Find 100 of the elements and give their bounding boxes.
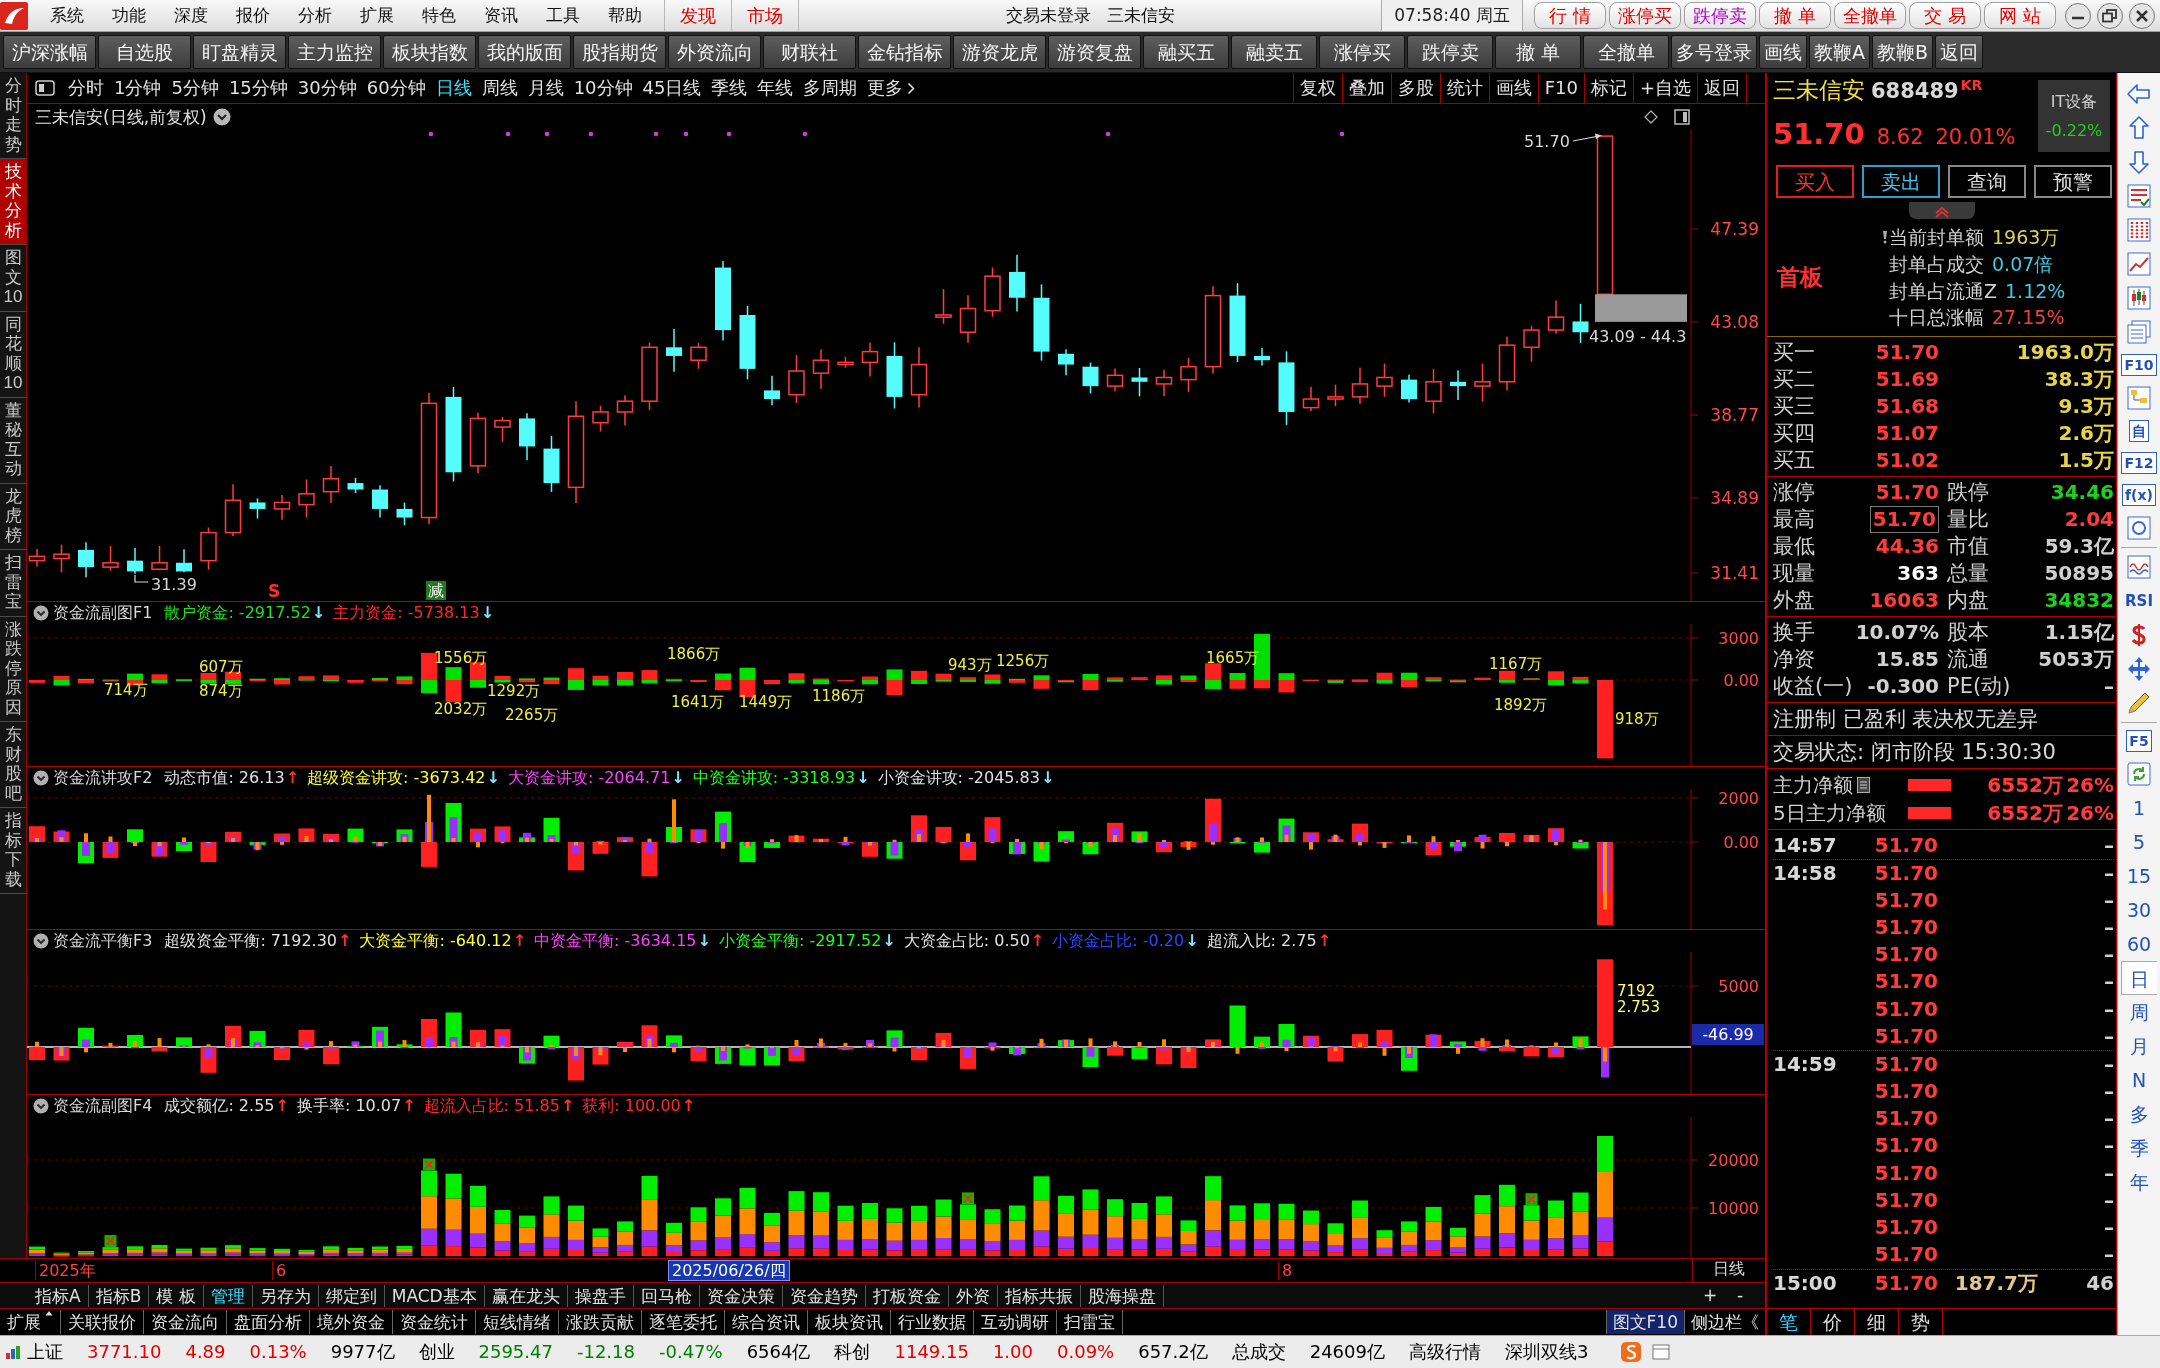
period-button[interactable]: 30 (2121, 893, 2157, 927)
quick-button[interactable]: 行 情 (1534, 2, 1606, 29)
bottom-tab[interactable]: 资金流向 (144, 1310, 227, 1334)
toolbar-key[interactable]: F5 (2126, 730, 2152, 752)
bottom-tab[interactable]: 涨跌贡献 (559, 1310, 642, 1334)
period-button[interactable]: 15 (2121, 859, 2157, 893)
period-tab[interactable]: 周线 (476, 77, 523, 99)
quick-button[interactable]: 涨停买 (1609, 2, 1681, 29)
bottom-tab[interactable]: 互动调研 (974, 1310, 1057, 1334)
period-tab[interactable]: 15分钟 (223, 77, 293, 99)
toolbar-button[interactable]: 金钻指标 (858, 35, 951, 69)
chart-tool-button[interactable]: 标记 (1583, 73, 1633, 103)
diamond-icon[interactable] (1644, 110, 1658, 124)
period-tab[interactable]: 日线 (430, 77, 477, 99)
period-tab[interactable]: 分时 (63, 77, 109, 99)
menu-item[interactable]: 工具 (532, 5, 594, 26)
period-button[interactable]: 年 (2121, 1165, 2157, 1199)
chart-tool-button[interactable]: 返回 (1697, 73, 1747, 103)
chart-tool-button[interactable]: +自选 (1632, 73, 1697, 103)
period-button[interactable]: 60 (2121, 927, 2157, 961)
bar-chart-icon[interactable] (5, 1344, 21, 1360)
bottom-tab[interactable]: 短线情绪 (476, 1310, 559, 1334)
toolbar-button[interactable]: 教鞭A (1809, 35, 1870, 69)
side-tab[interactable]: 龙虎榜 (0, 483, 26, 550)
quick-button[interactable]: 网 站 (1984, 2, 2056, 29)
indicator-tab[interactable]: 指标A (28, 1284, 89, 1307)
indicator-tab[interactable]: 另存为 (252, 1284, 319, 1307)
side-link[interactable]: 图文F10 (1605, 1310, 1684, 1334)
chart-tool-button[interactable]: F10 (1537, 73, 1584, 103)
panel-toggle-icon[interactable] (1674, 109, 1690, 125)
channel-tab[interactable]: 市场 (731, 0, 799, 31)
toolbar-button[interactable]: 融买五 (1143, 35, 1229, 69)
toolbar-button[interactable]: 撤 单 (1495, 35, 1581, 69)
menu-item[interactable]: 帮助 (594, 5, 656, 26)
indicator-tab[interactable]: 模 板 (149, 1284, 204, 1307)
sector-card[interactable]: IT设备 -0.22% (2038, 80, 2110, 152)
bottom-tab[interactable]: 盘面分析 (227, 1310, 310, 1334)
indicator-tab[interactable]: 资金决策 (699, 1284, 783, 1307)
toolbar-key[interactable]: F12 (2121, 452, 2157, 474)
period-tab[interactable]: 月线 (522, 77, 569, 99)
chart-tool-button[interactable]: 多股 (1390, 73, 1440, 103)
table-icon[interactable] (2126, 183, 2152, 209)
window-icon[interactable] (1652, 1344, 1671, 1360)
menu-item[interactable]: 功能 (98, 5, 160, 26)
trade-button[interactable]: 买入 (1776, 165, 1854, 198)
bottom-tab[interactable]: 扫雷宝 (1057, 1310, 1123, 1334)
quick-button[interactable]: 全撤单 (1834, 2, 1906, 29)
toolbar-button[interactable]: 返回 (1935, 35, 1984, 69)
indicator-tab[interactable]: 外资 (948, 1284, 998, 1307)
menu-item[interactable]: 报价 (222, 5, 284, 26)
side-tab[interactable]: 同花顺10 (0, 311, 26, 398)
indicator-tab[interactable]: 指标B (88, 1284, 150, 1307)
grid-icon[interactable] (2126, 217, 2152, 243)
period-button[interactable]: 多 (2121, 1097, 2157, 1131)
dropdown-icon[interactable] (33, 1098, 49, 1114)
toolbar-button[interactable]: 游资复盘 (1048, 35, 1141, 69)
indicator-tab[interactable]: 打板资金 (865, 1284, 949, 1307)
bottom-tab[interactable]: 关联报价 (61, 1310, 144, 1334)
toolbar-button[interactable]: 我的版面 (478, 35, 571, 69)
side-tab[interactable]: 指标下载 (0, 808, 26, 894)
wave-chart-icon[interactable] (2126, 554, 2152, 580)
quick-button[interactable]: 交 易 (1909, 2, 1981, 29)
toolbar-button[interactable]: 财联社 (763, 35, 856, 69)
period-tab[interactable]: 多周期 (798, 77, 863, 99)
toolbar-button[interactable]: 股指期货 (573, 35, 666, 69)
indicator-tab[interactable]: 操盘手 (567, 1284, 634, 1307)
refresh-icon[interactable] (2126, 761, 2152, 787)
toolbar-key[interactable]: F10 (2121, 354, 2157, 376)
line-chart-icon[interactable] (2126, 251, 2152, 277)
dropdown-icon[interactable] (33, 933, 49, 949)
indicator-tab[interactable]: 股海操盘 (1080, 1284, 1164, 1307)
quick-button[interactable]: 撤 单 (1759, 2, 1831, 29)
side-tab[interactable]: 扫雷宝 (0, 550, 26, 617)
bottom-tab[interactable]: 板块资讯 (808, 1310, 891, 1334)
chart-tool-button[interactable]: 叠加 (1341, 73, 1391, 103)
app-icon[interactable] (1620, 1341, 1643, 1363)
period-button[interactable]: 季 (2121, 1131, 2157, 1165)
period-tab[interactable]: 5分钟 (166, 77, 224, 99)
bottom-tab[interactable]: 行业数据 (891, 1310, 974, 1334)
period-tab[interactable]: 1分钟 (109, 77, 167, 99)
toolbar-button[interactable]: 主力监控 (288, 35, 381, 69)
menu-item[interactable]: 扩展 (346, 5, 408, 26)
trade-button[interactable]: 卖出 (1862, 165, 1940, 198)
menu-item[interactable]: 深度 (160, 5, 222, 26)
zoom-button[interactable]: - (1725, 1285, 1755, 1306)
period-tab[interactable]: 季线 (706, 77, 753, 99)
indicator-tab[interactable]: 赢在龙头 (484, 1284, 568, 1307)
close-icon[interactable] (2128, 1, 2156, 30)
pencil-icon[interactable] (2126, 690, 2152, 716)
indicator-tab[interactable]: 回马枪 (633, 1284, 700, 1307)
menu-item[interactable]: 特色 (408, 5, 470, 26)
toolbar-button[interactable]: 涨停买 (1319, 35, 1405, 69)
quick-button[interactable]: 跌停卖 (1684, 2, 1756, 29)
period-tab[interactable]: 年线 (752, 77, 799, 99)
period-button[interactable]: 5 (2121, 825, 2157, 859)
chart-tool-button[interactable]: 复权 (1292, 73, 1342, 103)
dropdown-icon[interactable] (212, 108, 231, 126)
period-button[interactable]: 1 (2121, 791, 2157, 825)
zoom-button[interactable]: + (1695, 1285, 1725, 1306)
dropdown-icon[interactable] (33, 770, 49, 786)
